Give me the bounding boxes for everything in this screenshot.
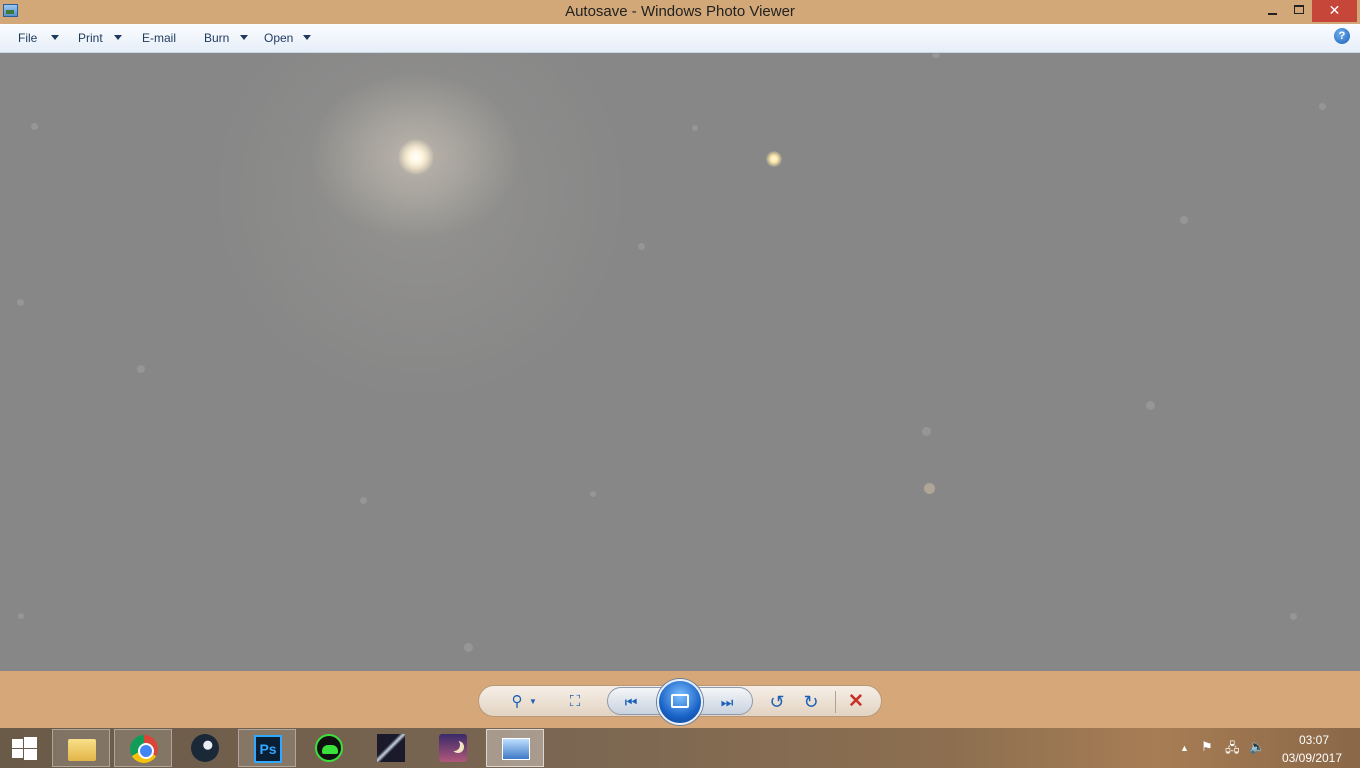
dust-speck [464,643,473,652]
chrome-icon [130,735,158,763]
rotate-clockwise-button[interactable]: ↻ [800,693,822,711]
help-icon[interactable]: ? [1334,28,1350,44]
minimize-button[interactable] [1258,0,1286,22]
slideshow-button[interactable] [657,679,703,725]
taskbar: Ps [0,728,1360,768]
restore-icon [1294,5,1304,14]
menu-file[interactable]: File [18,31,37,45]
dust-speck [924,483,935,494]
network-icon[interactable]: 🖧 [1225,739,1240,755]
dust-speck [922,427,931,436]
title-bar[interactable]: Autosave - Windows Photo Viewer ✕ [0,0,1360,24]
steam-icon [191,734,219,762]
rotate-counterclockwise-button[interactable]: ↺ [766,693,788,711]
dust-speck [1290,613,1297,620]
photoshop-icon: Ps [254,735,282,763]
taskbar-file-explorer[interactable] [52,729,110,767]
menu-print[interactable]: Print [78,31,103,45]
photo-control-bar: ⚲ ▼ ⛶ ⏮ ⏭ ↺ ↻ ✕ [0,671,1360,728]
windows-logo-pane [24,749,37,760]
taskbar-photo-viewer[interactable] [486,729,544,767]
previous-button[interactable]: ⏮ [619,693,643,711]
action-center-flag-icon[interactable]: ⚑ [1201,739,1213,755]
bright-star [398,139,434,175]
taskbar-stellarium[interactable] [424,729,482,767]
open-dropdown-icon[interactable] [303,35,311,40]
menu-open[interactable]: Open [264,31,293,45]
dust-speck [932,53,940,58]
clock-time[interactable]: 03:07 [1286,733,1342,747]
restore-button[interactable] [1286,0,1312,22]
windows-logo-icon [12,739,23,748]
dust-speck [1146,401,1155,410]
stellarium-icon [439,734,467,762]
minimize-icon [1267,12,1277,15]
menu-bar: File Print E-mail Burn Open ? [0,24,1360,53]
dust-speck [17,299,24,306]
dust-speck [590,491,596,497]
next-button[interactable]: ⏭ [715,693,739,711]
slideshow-icon [671,694,689,708]
dust-speck [692,125,698,131]
file-explorer-icon [68,739,96,761]
cloud-sync-icon [315,734,343,762]
taskbar-cloud-app[interactable] [300,729,358,767]
photo-viewer-icon [502,738,530,760]
taskbar-steam[interactable] [176,729,234,767]
zoom-icon[interactable]: ⚲ [506,693,528,711]
dust-speck [31,123,38,130]
volume-icon[interactable]: 🔈 [1249,739,1265,755]
print-dropdown-icon[interactable] [114,35,122,40]
windows-logo-pane [24,737,37,748]
dust-speck [1319,103,1326,110]
small-star [766,151,782,167]
close-button[interactable]: ✕ [1312,0,1357,22]
displayed-photo [0,53,1360,671]
dust-speck [18,613,24,619]
menu-email[interactable]: E-mail [142,31,176,45]
dust-speck [638,243,645,250]
start-button[interactable] [10,737,38,760]
windows-logo-pane [12,749,23,758]
delete-button[interactable]: ✕ [845,692,867,711]
image-viewport[interactable] [0,53,1360,671]
actual-size-icon[interactable]: ⛶ [564,693,586,711]
dust-speck [137,365,145,373]
menu-burn[interactable]: Burn [204,31,229,45]
control-divider [835,691,836,713]
dust-speck [360,497,367,504]
burn-dropdown-icon[interactable] [240,35,248,40]
dust-speck [1180,216,1188,224]
clock-date[interactable]: 03/09/2017 [1280,751,1344,765]
taskbar-photoshop[interactable]: Ps [238,729,296,767]
taskbar-comet-image[interactable] [362,729,420,767]
zoom-dropdown-icon[interactable]: ▼ [528,693,538,711]
comet-image-icon [377,734,405,762]
show-hidden-icons-icon[interactable]: ▲ [1180,743,1189,759]
taskbar-chrome[interactable] [114,729,172,767]
file-dropdown-icon[interactable] [51,35,59,40]
window-title: Autosave - Windows Photo Viewer [565,3,795,20]
